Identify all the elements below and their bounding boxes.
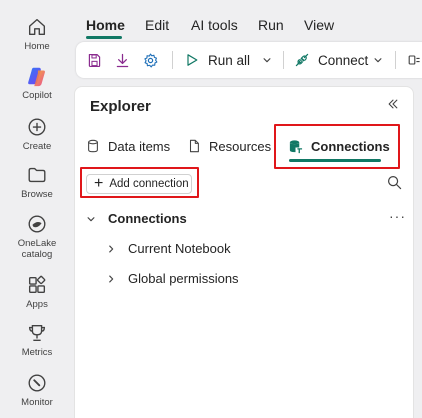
- ribbon-toolbar: Run all Connect: [76, 42, 422, 78]
- more-options-button[interactable]: ···: [389, 208, 406, 224]
- chevron-right-icon: [109, 275, 114, 282]
- apps-icon: [28, 275, 46, 294]
- tab-resources[interactable]: Resources: [187, 134, 271, 158]
- tree-item-global-permissions[interactable]: Global permissions: [106, 271, 239, 286]
- active-tab-indicator: [86, 36, 122, 39]
- gear-icon: [144, 53, 158, 67]
- toolbar-separator: [283, 51, 284, 69]
- explorer-title: Explorer: [90, 98, 151, 115]
- toolbar-separator: [172, 51, 173, 69]
- tree-item-current-notebook[interactable]: Current Notebook: [106, 241, 231, 256]
- rail-item-copilot[interactable]: Copilot: [0, 65, 74, 101]
- rail-item-metrics[interactable]: Metrics: [0, 322, 74, 358]
- rail-item-onelake-catalog[interactable]: OneLake catalog: [0, 213, 74, 260]
- home-icon: [28, 18, 46, 36]
- add-connection-highlight: [80, 167, 199, 198]
- rail-label-catalog: catalog: [21, 249, 53, 260]
- run-all-dropdown[interactable]: [262, 42, 272, 78]
- save-icon: [88, 53, 101, 67]
- rail-item-browse[interactable]: Browse: [0, 164, 74, 200]
- run-all-button[interactable]: Run all: [184, 42, 250, 78]
- tree-item-label: Global permissions: [128, 271, 239, 286]
- tool-icon: [408, 55, 420, 65]
- menu-tab-run[interactable]: Run: [258, 17, 284, 33]
- more-tools-button[interactable]: [406, 42, 422, 78]
- rail-label-home: Home: [24, 41, 50, 52]
- explorer-panel: Explorer Data items Resources Connection…: [74, 86, 414, 418]
- plus-circle-icon: [28, 118, 46, 136]
- run-all-label: Run all: [208, 52, 251, 68]
- menu-tab-home[interactable]: Home: [86, 17, 125, 33]
- tab-resources-label: Resources: [209, 138, 272, 154]
- rail-item-apps[interactable]: Apps: [0, 274, 74, 310]
- connections-section-label: Connections: [108, 211, 187, 226]
- rail-label-onelake: OneLake: [17, 238, 57, 249]
- database-icon: [88, 139, 98, 153]
- chevron-down-icon: [87, 216, 95, 221]
- onelake-icon: [28, 215, 46, 233]
- rail-label-apps: Apps: [26, 299, 48, 310]
- connect-label: Connect: [318, 52, 369, 68]
- tree-item-label: Current Notebook: [128, 241, 231, 256]
- toolbar-separator: [395, 51, 396, 69]
- rail-label-browse: Browse: [21, 189, 53, 200]
- rail-item-home[interactable]: Home: [0, 16, 74, 52]
- rail-item-create[interactable]: Create: [0, 116, 74, 152]
- tab-data-items-label: Data items: [108, 138, 171, 154]
- menu-tab-ai-tools[interactable]: AI tools: [191, 17, 238, 33]
- menu-tab-edit[interactable]: Edit: [145, 17, 169, 33]
- play-icon: [187, 54, 198, 66]
- copilot-icon: [28, 67, 45, 87]
- folder-icon: [28, 167, 46, 183]
- plug-icon: [295, 53, 309, 67]
- rail-label-metrics: Metrics: [21, 347, 53, 358]
- monitor-icon: [28, 374, 46, 392]
- collapse-panel-button[interactable]: [387, 97, 399, 114]
- chevron-down-icon: [374, 58, 382, 63]
- rail-label-monitor: Monitor: [21, 397, 53, 408]
- search-button[interactable]: [387, 175, 402, 195]
- rail-label-copilot: Copilot: [22, 90, 52, 101]
- download-icon: [116, 53, 129, 67]
- tab-data-items[interactable]: Data items: [86, 134, 170, 158]
- rail-item-monitor[interactable]: Monitor: [0, 372, 74, 408]
- left-nav-rail: Home Copilot Create Browse OneLake catal…: [0, 0, 74, 418]
- double-chevron-left-icon: [388, 99, 398, 109]
- download-button[interactable]: [114, 42, 131, 78]
- search-icon: [387, 175, 402, 190]
- trophy-icon: [28, 324, 46, 342]
- connections-section[interactable]: Connections: [86, 211, 187, 226]
- chevron-right-icon: [109, 245, 114, 252]
- document-icon: [189, 139, 199, 153]
- chevron-down-icon: [263, 58, 271, 63]
- connect-button[interactable]: Connect: [294, 42, 383, 78]
- rail-label-create: Create: [22, 141, 52, 152]
- settings-button[interactable]: [142, 42, 159, 78]
- menu-bar: Home Edit AI tools Run View: [74, 0, 422, 40]
- connections-tab-highlight: [274, 124, 400, 169]
- save-button[interactable]: [86, 42, 103, 78]
- menu-tab-view[interactable]: View: [304, 17, 334, 33]
